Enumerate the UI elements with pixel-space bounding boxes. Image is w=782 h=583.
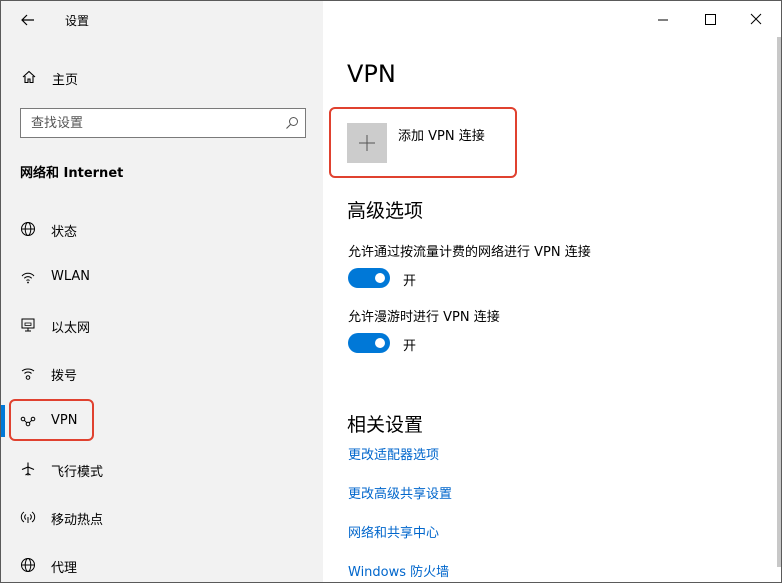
metered-toggle-state: 开	[403, 274, 417, 289]
sidebar-item-label: WLAN	[51, 269, 91, 284]
metered-option-label: 允许通过按流量计费的网络进行 VPN 连接	[348, 245, 591, 260]
metered-toggle[interactable]	[348, 268, 390, 288]
link-advanced-sharing[interactable]: 更改高级共享设置	[348, 483, 452, 502]
scrollbar[interactable]	[777, 37, 781, 567]
globe-icon	[21, 558, 35, 572]
globe-status-icon	[21, 222, 35, 236]
minimize-icon	[658, 19, 668, 21]
sidebar-item-label: 以太网	[51, 321, 91, 336]
advanced-options-title: 高级选项	[347, 200, 424, 222]
link-network-sharing-center[interactable]: 网络和共享中心	[348, 522, 439, 541]
sidebar-item-label: 代理	[51, 561, 78, 576]
home-icon	[22, 70, 36, 84]
close-button[interactable]	[742, 5, 770, 33]
maximize-icon	[705, 14, 716, 25]
close-icon	[750, 13, 762, 25]
sidebar-item-label: 移动热点	[51, 513, 104, 528]
sidebar-item-label: 状态	[51, 225, 78, 240]
dialup-icon	[21, 368, 35, 380]
toggle-knob	[375, 273, 385, 283]
sidebar-item-label: 飞行模式	[51, 465, 104, 480]
sidebar-item-label: 拨号	[51, 369, 78, 384]
highlight-box-vpn	[9, 399, 94, 441]
back-arrow-icon	[21, 14, 34, 26]
sidebar-item-wlan[interactable]: WLAN	[13, 257, 313, 297]
link-adapter-options[interactable]: 更改适配器选项	[348, 444, 439, 463]
back-button[interactable]	[15, 7, 41, 33]
toggle-knob	[375, 338, 385, 348]
roaming-toggle-state: 开	[403, 339, 417, 354]
maximize-button[interactable]	[696, 5, 724, 33]
airplane-icon	[21, 462, 35, 476]
ethernet-icon	[21, 318, 35, 332]
nav-home[interactable]: 主页	[15, 63, 305, 91]
hotspot-icon	[20, 511, 36, 523]
window-title: 设置	[65, 14, 90, 28]
sidebar-item-proxy[interactable]: 代理	[13, 545, 313, 582]
sidebar: 设置 主页 网络和 Internet 状态	[1, 1, 323, 582]
search-icon[interactable]	[285, 116, 299, 130]
search-box[interactable]	[20, 108, 306, 138]
sidebar-item-airplane[interactable]: 飞行模式	[13, 449, 313, 489]
sidebar-item-hotspot[interactable]: 移动热点	[13, 497, 313, 537]
link-windows-firewall[interactable]: Windows 防火墙	[348, 561, 449, 580]
sidebar-item-ethernet[interactable]: 以太网	[13, 305, 313, 345]
nav-home-label: 主页	[52, 73, 79, 88]
highlight-box-add-vpn	[329, 107, 517, 178]
sidebar-item-status[interactable]: 状态	[13, 209, 313, 249]
main-content: VPN 添加 VPN 连接 高级选项 允许通过按流量计费的网络进行 VPN 连接…	[323, 1, 781, 582]
sidebar-item-dialup[interactable]: 拨号	[13, 353, 313, 393]
roaming-toggle[interactable]	[348, 333, 390, 353]
roaming-option-label: 允许漫游时进行 VPN 连接	[348, 310, 500, 325]
settings-window: 设置 主页 网络和 Internet 状态	[0, 0, 782, 583]
section-title: 网络和 Internet	[20, 166, 124, 181]
page-title: VPN	[347, 60, 396, 88]
search-input[interactable]	[21, 109, 281, 137]
minimize-button[interactable]	[649, 5, 677, 33]
related-settings-title: 相关设置	[347, 414, 424, 436]
wifi-icon	[21, 272, 35, 284]
